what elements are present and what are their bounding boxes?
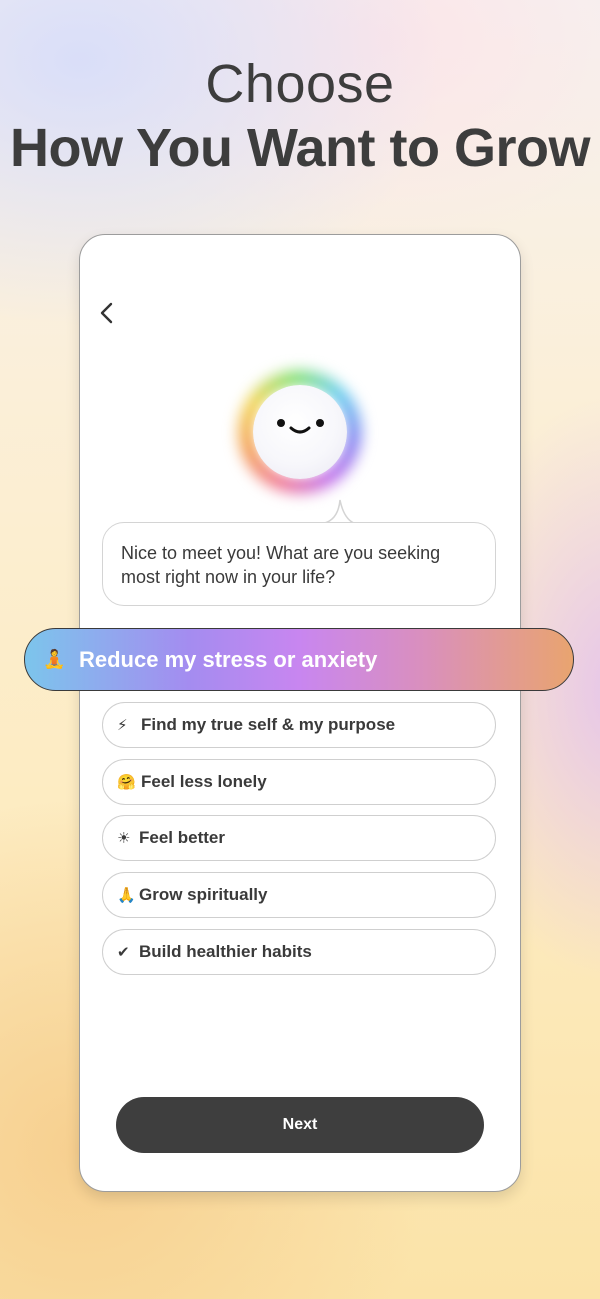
option-build-healthier-habits[interactable]: ✔ Build healthier habits (102, 929, 496, 975)
headline-line-1: Choose (205, 54, 395, 114)
sun-icon: ☀ (117, 830, 131, 847)
meditation-icon: 🧘 (43, 649, 66, 669)
check-icon: ✔ (117, 944, 130, 961)
option-label: Feel less lonely (141, 772, 267, 791)
praying-hands-icon: 🙏 (117, 887, 136, 904)
hugging-face-icon: 🤗 (117, 774, 136, 791)
option-reduce-stress-selected[interactable]: 🧘 Reduce my stress or anxiety (24, 628, 574, 691)
avatar-face (253, 385, 347, 479)
lightning-icon: ⚡ (117, 717, 128, 734)
next-button[interactable]: Next (116, 1097, 484, 1153)
option-feel-better[interactable]: ☀ Feel better (102, 815, 496, 861)
option-label: Reduce my stress or anxiety (79, 646, 378, 672)
smile-face-icon (277, 419, 324, 434)
option-find-true-self[interactable]: ⚡ Find my true self & my purpose (102, 702, 496, 748)
promo-headline: Choose How You Want to Grow (0, 52, 600, 180)
option-grow-spiritually[interactable]: 🙏 Grow spiritually (102, 872, 496, 918)
option-label: Grow spiritually (139, 885, 268, 904)
option-label: Build healthier habits (139, 942, 312, 961)
option-feel-less-lonely[interactable]: 🤗 Feel less lonely (102, 759, 496, 805)
option-label: Find my true self & my purpose (141, 715, 396, 734)
chat-message: Nice to meet you! What are you seeking m… (121, 543, 441, 587)
headline-line-2: How You Want to Grow (10, 118, 590, 178)
avatar (238, 370, 362, 494)
chevron-left-icon[interactable] (95, 300, 119, 326)
option-label: Feel better (139, 828, 225, 847)
speech-bubble: Nice to meet you! What are you seeking m… (102, 522, 496, 606)
